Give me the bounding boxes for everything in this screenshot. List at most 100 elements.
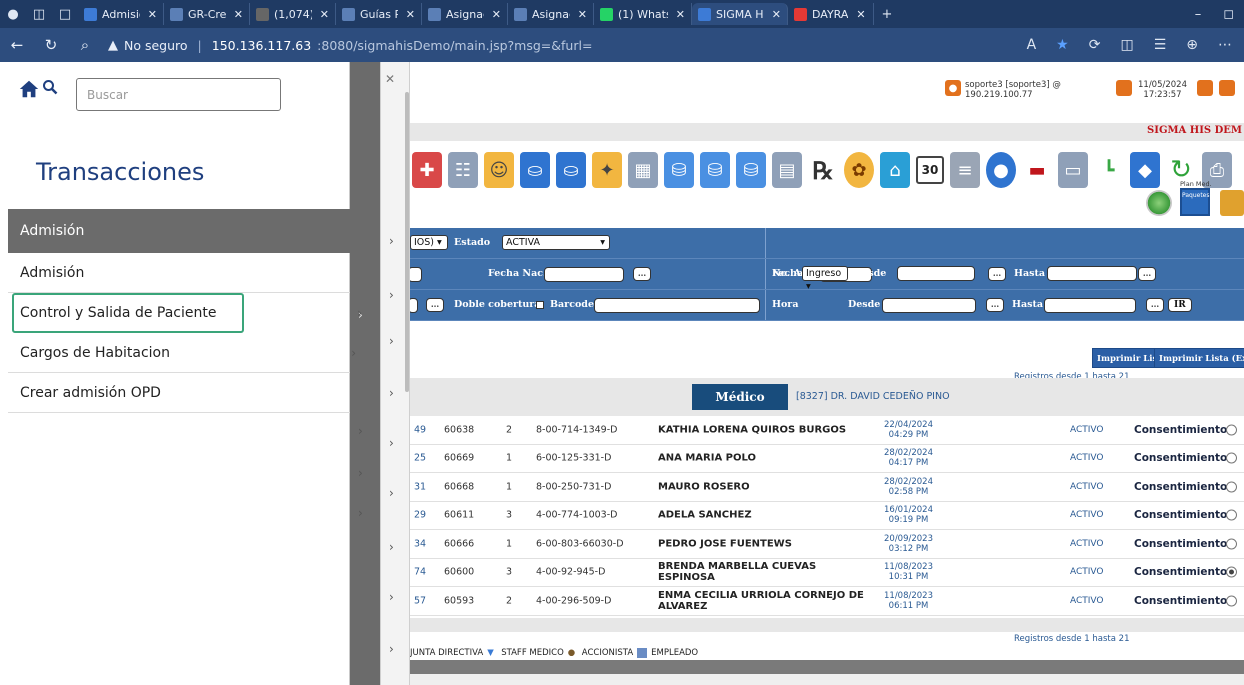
consentimiento-link[interactable]: Consentimiento bbox=[1134, 509, 1227, 521]
partial-picker-button[interactable]: ... bbox=[426, 298, 444, 312]
toolbar-btn-14[interactable]: ⌂ bbox=[880, 152, 910, 188]
cell-patient-name[interactable]: ENMA CECILIA URRIOLA CORNEJO DE ALVAREZ bbox=[658, 590, 868, 612]
sidebar-search-input[interactable] bbox=[76, 78, 281, 111]
ir-button[interactable]: IR bbox=[1168, 298, 1192, 312]
tab-close-icon[interactable]: ✕ bbox=[578, 8, 587, 21]
box-icon[interactable] bbox=[1220, 190, 1244, 216]
close-icon[interactable]: ✕ bbox=[385, 72, 395, 86]
cell-patient-name[interactable]: MAURO ROSERO bbox=[658, 481, 868, 492]
browser-tab[interactable]: GR-Creación ✕ bbox=[164, 3, 250, 25]
bed-icon[interactable]: ▬ bbox=[1022, 152, 1052, 188]
toolbar-btn-8[interactable]: ⛁ bbox=[664, 152, 694, 188]
toolbar-btn-10[interactable]: ⛁ bbox=[736, 152, 766, 188]
table-row[interactable]: 29 60611 3 4-00-774-1003-D ADELA SANCHEZ 16/0… bbox=[410, 502, 1244, 530]
row-radio[interactable] bbox=[1226, 452, 1237, 464]
chevron-right-icon[interactable]: › bbox=[389, 590, 394, 604]
tab-close-icon[interactable]: ✕ bbox=[856, 8, 865, 21]
browser-tab[interactable]: Asignación ✕ bbox=[508, 3, 594, 25]
split-screen-icon[interactable]: ◫ bbox=[1120, 37, 1133, 53]
desde-picker-button-1[interactable]: ... bbox=[988, 267, 1006, 281]
chevron-right-icon[interactable]: › bbox=[389, 642, 394, 656]
browser-tab[interactable]: Guías Rápida ✕ bbox=[336, 3, 422, 25]
row-radio[interactable] bbox=[1226, 509, 1237, 521]
consentimiento-link[interactable]: Consentimiento bbox=[1134, 452, 1227, 464]
table-row[interactable]: 31 60668 1 8-00-250-731-D MAURO ROSERO 28/02/… bbox=[410, 473, 1244, 502]
consentimiento-link[interactable]: Consentimiento bbox=[1134, 538, 1227, 550]
favorites-icon[interactable]: ☰ bbox=[1154, 37, 1167, 53]
table-row[interactable]: 74 60600 3 4-00-92-945-D BRENDA MARBELLA CUE… bbox=[410, 559, 1244, 587]
cell-patient-name[interactable]: PEDRO JOSE FUENTEWS bbox=[658, 538, 868, 549]
browser-tab[interactable]: Asignación ✕ bbox=[422, 3, 508, 25]
consentimiento-link[interactable]: Consentimiento bbox=[1134, 481, 1227, 493]
packages-button[interactable]: Paquetes bbox=[1180, 188, 1210, 216]
settings-icon[interactable]: ⋯ bbox=[1218, 37, 1232, 53]
search-icon[interactable] bbox=[42, 79, 58, 95]
gift-icon[interactable] bbox=[1146, 190, 1172, 216]
cell-patient-name[interactable]: KATHIA LORENA QUIROS BURGOS bbox=[658, 424, 868, 435]
chevron-right-icon[interactable]: › bbox=[389, 234, 394, 248]
tools-icon[interactable] bbox=[1197, 80, 1213, 96]
chevron-right-icon[interactable]: › bbox=[389, 288, 394, 302]
chevron-right-icon[interactable]: › bbox=[358, 424, 363, 438]
toolbar-btn-5[interactable]: ⛀ bbox=[556, 152, 586, 188]
sidebar-item[interactable]: Admisión bbox=[8, 253, 350, 293]
hasta-picker-button-2[interactable]: ... bbox=[1146, 298, 1164, 312]
search-icon[interactable]: ⌕ bbox=[68, 36, 102, 54]
desde-input-2[interactable] bbox=[882, 298, 976, 313]
hospital-bed-icon[interactable]: ┗ bbox=[1094, 152, 1124, 188]
toolbar-btn-7[interactable]: ▦ bbox=[628, 152, 658, 188]
minimize-icon[interactable]: – bbox=[1195, 7, 1202, 22]
home-icon[interactable] bbox=[18, 78, 40, 100]
chevron-right-icon[interactable]: › bbox=[389, 334, 394, 348]
toolbar-btn-6[interactable]: ✦ bbox=[592, 152, 622, 188]
chevron-right-icon[interactable]: › bbox=[358, 466, 363, 480]
tab-close-icon[interactable]: ✕ bbox=[148, 8, 157, 21]
toolbar-btn-3[interactable]: ☺ bbox=[484, 152, 514, 188]
browser-tab[interactable]: DAYRA ✕ bbox=[788, 3, 874, 25]
tab-close-icon[interactable]: ✕ bbox=[320, 8, 329, 21]
toolbar-btn-9[interactable]: ⛁ bbox=[700, 152, 730, 188]
browser-tab[interactable]: Admisión - / ✕ bbox=[78, 3, 164, 25]
browser-tab[interactable]: (1) WhatsAp ✕ bbox=[594, 3, 692, 25]
restore-icon[interactable]: ◻ bbox=[1223, 7, 1234, 22]
extensions-icon[interactable]: ⟳ bbox=[1089, 37, 1101, 53]
chevron-right-icon[interactable]: › bbox=[358, 506, 363, 520]
consentimiento-link[interactable]: Consentimiento bbox=[1134, 566, 1227, 578]
toolbar-btn-2[interactable]: ☷ bbox=[448, 152, 478, 188]
row-radio[interactable] bbox=[1226, 424, 1237, 436]
profile-icon[interactable]: ● bbox=[0, 0, 26, 28]
sidebar-item[interactable]: Crear admisión OPD bbox=[8, 373, 350, 413]
doble-cobertura-checkbox[interactable] bbox=[536, 301, 544, 309]
hasta-input-1[interactable] bbox=[1047, 266, 1137, 281]
cell-patient-name[interactable]: ANA MARIA POLO bbox=[658, 453, 868, 464]
cell-patient-name[interactable]: BRENDA MARBELLA CUEVAS ESPINOSA bbox=[658, 561, 868, 583]
browser-tab[interactable]: (1,074) - Ban ✕ bbox=[250, 3, 336, 25]
url-field[interactable]: ▲ No seguro | 150.136.117.63:8080/sigmah… bbox=[108, 38, 592, 53]
tab-close-icon[interactable]: ✕ bbox=[676, 8, 685, 21]
chevron-right-icon[interactable]: › bbox=[389, 436, 394, 450]
chevron-right-icon[interactable]: › bbox=[389, 486, 394, 500]
toolbar-btn-1[interactable]: ✚ bbox=[412, 152, 442, 188]
workspaces-icon[interactable]: ◫ bbox=[26, 0, 52, 28]
row-radio[interactable] bbox=[1226, 538, 1237, 550]
table-row[interactable]: 34 60666 1 6-00-803-66030-D PEDRO JOSE FUENT… bbox=[410, 530, 1244, 559]
hasta-input-2[interactable] bbox=[1044, 298, 1136, 313]
toolbar-btn-13[interactable]: ✿ bbox=[844, 152, 874, 188]
row-radio[interactable] bbox=[1226, 481, 1237, 493]
chevron-right-icon[interactable]: › bbox=[389, 540, 394, 554]
favorite-star-icon[interactable]: ★ bbox=[1056, 37, 1069, 53]
tab-close-icon[interactable]: ✕ bbox=[234, 8, 243, 21]
toolbar-btn-16[interactable]: ≡ bbox=[950, 152, 980, 188]
collections-icon[interactable]: ⊕ bbox=[1186, 37, 1198, 53]
sidebar-item[interactable]: Cargos de Habitacion › bbox=[8, 333, 356, 373]
read-aloud-icon[interactable]: A bbox=[1027, 37, 1037, 53]
chevron-right-icon[interactable]: › bbox=[389, 386, 394, 400]
desde-picker-button-2[interactable]: ... bbox=[986, 298, 1004, 312]
barcode-input[interactable] bbox=[594, 298, 760, 313]
fecha-nac-input[interactable] bbox=[544, 267, 624, 282]
tab-close-icon[interactable]: ✕ bbox=[492, 8, 501, 21]
table-row[interactable]: 49 60638 2 8-00-714-1349-D KATHIA LORENA QUI… bbox=[410, 416, 1244, 445]
new-tab-icon[interactable]: + bbox=[874, 0, 900, 28]
tipo-select[interactable]: IOS) ▾ bbox=[410, 235, 448, 250]
fecha-type-select[interactable]: Ingreso ▾ bbox=[802, 266, 848, 292]
